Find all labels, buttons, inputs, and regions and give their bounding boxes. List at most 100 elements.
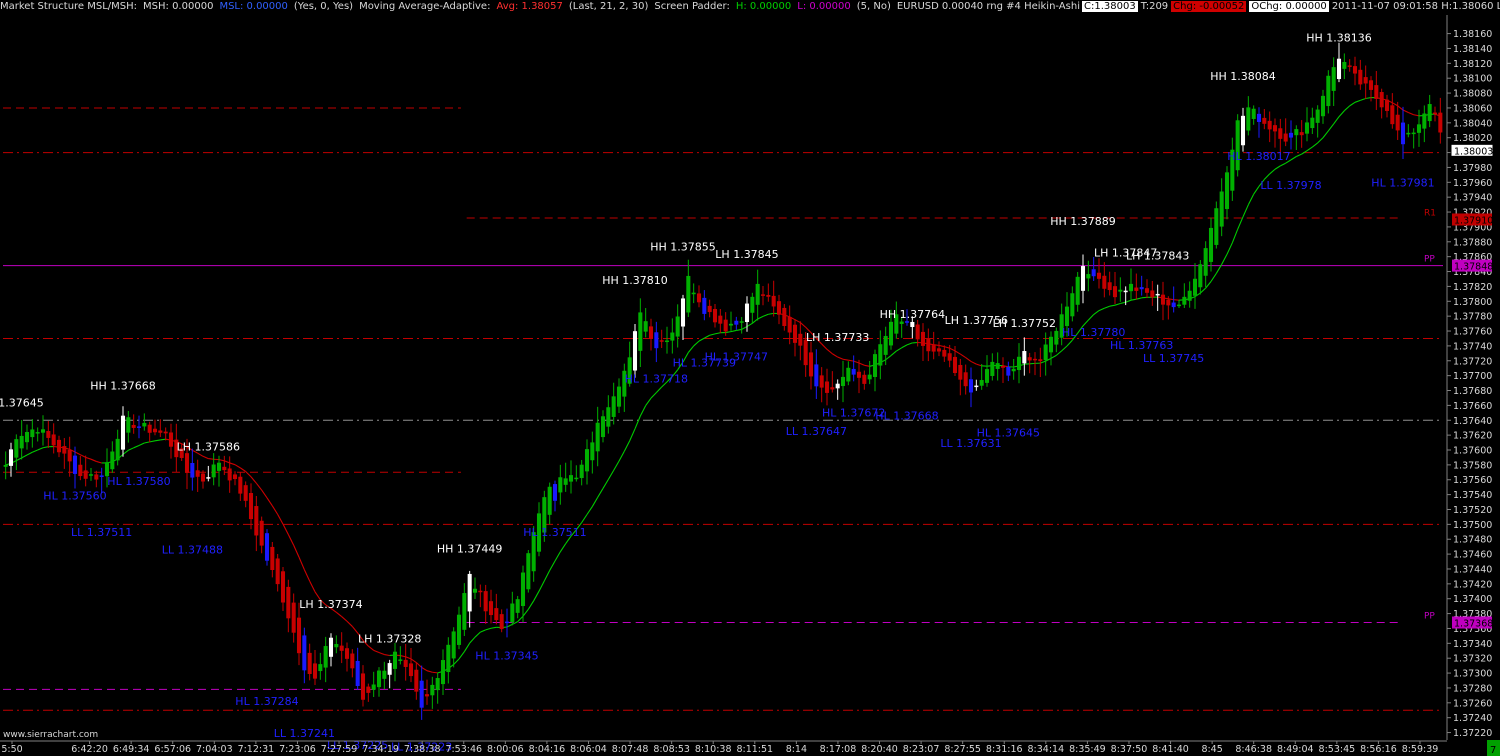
- candle-body: [40, 429, 46, 433]
- candle-body: [846, 367, 851, 382]
- ma-segment: [346, 620, 353, 627]
- candle-body: [120, 415, 126, 450]
- candle: [126, 411, 131, 443]
- candle-body: [243, 485, 248, 501]
- candle-body: [350, 653, 355, 669]
- ma-segment: [634, 415, 641, 430]
- corner-tab-label[interactable]: 7: [1490, 745, 1496, 756]
- candle-body: [958, 364, 963, 380]
- swing-low-label: HL 1.37718: [625, 372, 688, 385]
- candle-body: [1150, 290, 1155, 298]
- candle-body: [216, 462, 222, 471]
- ma-segment: [287, 534, 295, 546]
- y-tick-label: 1.37740: [1453, 341, 1492, 352]
- candle: [147, 421, 152, 443]
- candle: [995, 352, 1000, 381]
- swing-low-label: HL 1.37763: [1110, 339, 1173, 352]
- y-tick-label: 1.37500: [1453, 520, 1492, 531]
- candle-body: [168, 432, 174, 447]
- candle: [776, 294, 782, 325]
- y-tick-label: 1.37980: [1453, 163, 1492, 174]
- ma-segment: [650, 392, 657, 399]
- candle-body: [398, 659, 403, 661]
- candle: [867, 360, 872, 385]
- ma-segment: [32, 449, 38, 453]
- candle-body: [1203, 248, 1208, 276]
- swing-high-label: HH 1.38136: [1306, 31, 1372, 44]
- candle: [862, 370, 867, 390]
- candle: [1294, 125, 1299, 151]
- candle-body: [776, 301, 782, 315]
- candle: [334, 635, 339, 654]
- candle: [1422, 105, 1427, 143]
- candle-body: [392, 651, 398, 669]
- candle: [110, 441, 115, 473]
- candle-body: [483, 591, 488, 612]
- ma-segment: [618, 450, 625, 462]
- candle-body: [888, 321, 894, 346]
- candle-body: [899, 321, 904, 324]
- candle: [158, 419, 163, 438]
- candle-body: [1016, 356, 1022, 371]
- ma-segment: [527, 600, 535, 610]
- candle-body: [467, 573, 472, 612]
- corner-tab[interactable]: 7: [1487, 740, 1500, 756]
- candle-body: [1331, 67, 1336, 91]
- candle: [355, 647, 360, 690]
- candle-body: [142, 422, 147, 427]
- ma-segment: [858, 362, 865, 366]
- candle: [680, 294, 686, 341]
- ma-segment: [623, 440, 631, 452]
- candle: [552, 480, 558, 512]
- candle: [654, 321, 659, 363]
- candle-body: [1198, 264, 1203, 288]
- candle-body: [1342, 62, 1347, 69]
- candle: [78, 455, 83, 481]
- candle: [1406, 124, 1411, 138]
- candle-body: [552, 484, 558, 501]
- ma-segment: [1199, 287, 1207, 294]
- ma-segment: [826, 348, 833, 355]
- candle-body: [632, 331, 638, 371]
- candle: [1192, 263, 1198, 309]
- candle: [1342, 53, 1347, 80]
- ma-segment: [1343, 105, 1351, 112]
- candle-body: [110, 451, 115, 470]
- x-tick-label: 8:07:48: [612, 744, 649, 755]
- candle-body: [376, 670, 382, 688]
- candle: [1251, 105, 1256, 125]
- candle-body: [1251, 108, 1256, 119]
- ma-segment: [1365, 97, 1372, 100]
- swing-low-label: HL 1.37511: [523, 526, 586, 539]
- candle: [206, 465, 211, 482]
- candle-body: [814, 364, 819, 387]
- swing-low-label: LL 1.37745: [1143, 352, 1204, 365]
- price-chart[interactable]: HH 1.37645 HH 1.37668 LH 1.37586 LH 1.37374…: [0, 0, 1500, 756]
- candle-body: [520, 572, 526, 607]
- ma-segment: [533, 590, 540, 602]
- ma-segment: [1317, 137, 1324, 144]
- ma-segment: [842, 358, 849, 361]
- candle-body: [334, 643, 339, 648]
- time-axis: 5:50 6:42:20 6:49:34 6:57:06 7:04:03 7:12:31 7…: [0, 740, 1447, 755]
- candle-body: [1294, 129, 1299, 136]
- candle-body: [1038, 359, 1043, 362]
- candle-body: [440, 660, 446, 685]
- candle-body: [1192, 278, 1198, 296]
- ma-segment: [1349, 101, 1356, 107]
- candle: [686, 259, 691, 317]
- candle-body: [606, 407, 611, 427]
- ma-segment: [970, 360, 977, 365]
- candle-body: [323, 646, 328, 668]
- candle: [1299, 120, 1304, 148]
- candle: [1070, 286, 1075, 322]
- ma-segment: [698, 337, 705, 342]
- ma-segment: [1280, 162, 1286, 167]
- swing-high-label: LH 1.37328: [358, 632, 421, 645]
- ma-segment: [271, 505, 279, 515]
- candle: [563, 462, 568, 492]
- candle: [963, 364, 968, 395]
- ma-segment: [1402, 109, 1409, 114]
- candle-body: [419, 680, 424, 708]
- candle: [1144, 279, 1150, 299]
